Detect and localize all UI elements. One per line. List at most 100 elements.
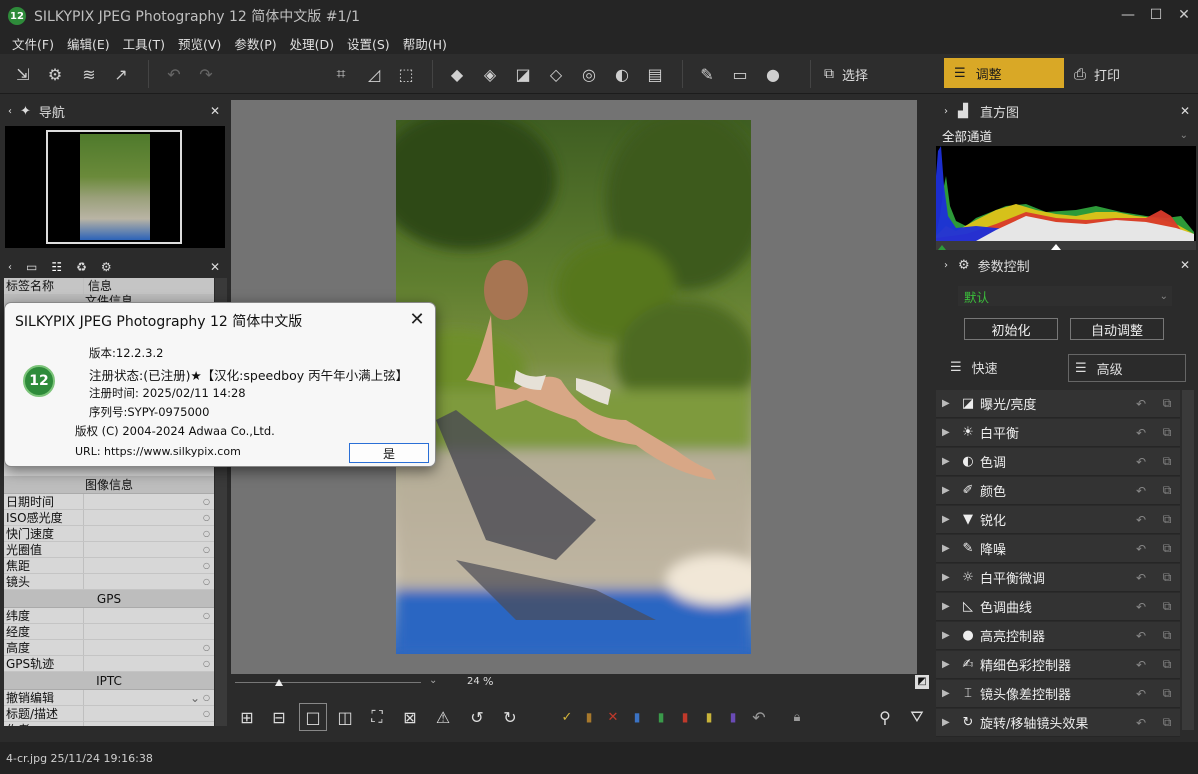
menu-view[interactable]: 预览(V): [178, 34, 221, 53]
control-tone-curve[interactable]: ▶ ◺ 色调曲线 ↶ ⧉: [936, 593, 1180, 621]
reject-icon[interactable]: ✕: [601, 705, 625, 729]
label-purple-icon[interactable]: ▮: [721, 705, 745, 729]
recycle-tab-icon[interactable]: ♻: [76, 260, 87, 274]
grid-overlay-icon[interactable]: ⊠: [398, 705, 422, 729]
eraser-icon[interactable]: ▭: [729, 63, 751, 85]
popout-icon[interactable]: ⧉: [1154, 396, 1180, 411]
popout-icon[interactable]: ⧉: [1154, 657, 1180, 672]
share-icon[interactable]: ↗: [110, 63, 132, 85]
collapse-arrow-icon[interactable]: ›: [944, 260, 948, 271]
zoom-value[interactable]: 24: [467, 676, 480, 687]
reset-icon[interactable]: ↶: [1128, 658, 1154, 672]
layers-icon[interactable]: ≋: [78, 63, 100, 85]
preset-select[interactable]: 默认 ⌄: [958, 286, 1172, 306]
menu-file[interactable]: 文件(F): [12, 34, 54, 53]
dialog-close-icon[interactable]: ✕: [405, 307, 429, 331]
partial-correction-icon[interactable]: ◪: [512, 63, 534, 85]
control-exposure[interactable]: ▶ ◪ 曝光/亮度 ↶ ⧉: [936, 390, 1180, 418]
circular-filter-icon[interactable]: ◎: [578, 63, 600, 85]
undo-icon[interactable]: ↶: [163, 63, 185, 85]
redo-icon[interactable]: ↷: [195, 63, 217, 85]
eyedropper-icon[interactable]: ◐: [611, 63, 633, 85]
close-window-button[interactable]: ✕: [1170, 4, 1198, 26]
popout-icon[interactable]: ⧉: [1154, 512, 1180, 527]
maximize-button[interactable]: ☐: [1142, 4, 1170, 26]
control-wb-fine-tune[interactable]: ▶ ☼ 白平衡微调 ↶ ⧉: [936, 564, 1180, 592]
lock-icon[interactable]: 🔒︎: [785, 705, 809, 729]
filmstrip-view-icon[interactable]: ⊟: [267, 705, 291, 729]
control-noise-reduction[interactable]: ▶ ✎ 降噪 ↶ ⧉: [936, 535, 1180, 563]
control-highlight[interactable]: ▶ ● 高亮控制器 ↶ ⧉: [936, 622, 1180, 650]
search-zoom-icon[interactable]: ⚲: [873, 705, 897, 729]
reset-icon[interactable]: ↶: [1128, 542, 1154, 556]
website-url[interactable]: URL: https://www.silkypix.com: [75, 445, 241, 458]
menu-edit[interactable]: 编辑(E): [67, 34, 110, 53]
menu-params[interactable]: 参数(P): [234, 34, 276, 53]
popout-icon[interactable]: ⧉: [1154, 715, 1180, 730]
gradient-icon[interactable]: ◇: [545, 63, 567, 85]
label-red-icon[interactable]: ▮: [673, 705, 697, 729]
menu-tools[interactable]: 工具(T): [123, 34, 165, 53]
popout-icon[interactable]: ⧉: [1154, 686, 1180, 701]
table-row[interactable]: 撤销编辑 ⌄ ○: [4, 690, 214, 706]
single-view-icon[interactable]: □: [299, 703, 327, 731]
fit-view-icon[interactable]: ◩: [915, 675, 929, 689]
reset-icon[interactable]: ↶: [1128, 513, 1154, 527]
close-panel-icon[interactable]: ✕: [210, 104, 220, 118]
undo-label-icon[interactable]: ↶: [747, 705, 771, 729]
menu-process[interactable]: 处理(D): [290, 34, 334, 53]
rotate-right-icon[interactable]: ↻: [498, 705, 522, 729]
collapse-arrow-icon[interactable]: ‹: [8, 106, 12, 117]
control-sharpen[interactable]: ▶ ▼ 锐化 ↶ ⧉: [936, 506, 1180, 534]
reset-icon[interactable]: ↶: [1128, 484, 1154, 498]
select-mode-button[interactable]: ⧉ 选择: [824, 63, 868, 85]
folder-tab-icon[interactable]: ▭: [26, 260, 37, 274]
control-rotate-tilt[interactable]: ▶ ↻ 旋转/移轴镜头效果 ↶ ⧉: [936, 709, 1180, 737]
channel-select[interactable]: 全部通道 ⌄: [938, 126, 1194, 144]
crop-icon[interactable]: ⌗: [330, 63, 352, 85]
clone-icon[interactable]: ●: [762, 63, 784, 85]
advanced-mode-tab[interactable]: ☰ 高级: [1068, 354, 1186, 382]
auto-adjust-button[interactable]: 自动调整: [1070, 318, 1164, 340]
rotate-left-icon[interactable]: ↺: [465, 705, 489, 729]
control-lens-aberration[interactable]: ▶ ⌶ 镜头像差控制器 ↶ ⧉: [936, 680, 1180, 708]
warning-icon[interactable]: ⚠: [431, 705, 455, 729]
popout-icon[interactable]: ⧉: [1154, 454, 1180, 469]
print-mode-button[interactable]: ⎙ 打印: [1074, 63, 1120, 85]
popout-icon[interactable]: ⧉: [1154, 541, 1180, 556]
close-panel-icon[interactable]: ✕: [1180, 104, 1190, 118]
navigator-preview[interactable]: [5, 126, 225, 248]
photo-preview[interactable]: [396, 120, 751, 654]
adjust-mode-button[interactable]: ☰ 调整: [944, 58, 1064, 88]
fullscreen-icon[interactable]: ⛶: [365, 705, 389, 729]
popout-icon[interactable]: ⧉: [1154, 483, 1180, 498]
check-mark-icon[interactable]: ✓: [555, 705, 579, 729]
close-panel-icon[interactable]: ✕: [210, 260, 220, 274]
minimize-button[interactable]: —: [1114, 4, 1142, 26]
menu-help[interactable]: 帮助(H): [403, 34, 447, 53]
quick-mode-tab[interactable]: ☰ 快速: [950, 358, 998, 377]
label-yellow-icon[interactable]: ▮: [697, 705, 721, 729]
mask-icon[interactable]: ▤: [644, 63, 666, 85]
settings-tab-icon[interactable]: ⚙: [101, 260, 112, 274]
brush-tool-icon[interactable]: ◈: [479, 63, 501, 85]
reset-icon[interactable]: ↶: [1128, 687, 1154, 701]
reset-icon[interactable]: ↶: [1128, 629, 1154, 643]
label-blue-icon[interactable]: ▮: [625, 705, 649, 729]
ok-button[interactable]: 是: [349, 443, 429, 463]
reset-icon[interactable]: ↶: [1128, 600, 1154, 614]
spot-remove-icon[interactable]: ◆: [446, 63, 468, 85]
control-white-balance[interactable]: ▶ ☀ 白平衡 ↶ ⧉: [936, 419, 1180, 447]
label-brown-icon[interactable]: ▮: [577, 705, 601, 729]
pen-icon[interactable]: ✎: [696, 63, 718, 85]
popout-icon[interactable]: ⧉: [1154, 570, 1180, 585]
control-tone[interactable]: ▶ ◐ 色调 ↶ ⧉: [936, 448, 1180, 476]
info-tab-icon[interactable]: ☷: [51, 260, 62, 274]
control-fine-color[interactable]: ▶ ✍ 精细色彩控制器 ↶ ⧉: [936, 651, 1180, 679]
reset-icon[interactable]: ↶: [1128, 426, 1154, 440]
reset-icon[interactable]: ↶: [1128, 455, 1154, 469]
reset-icon[interactable]: ↶: [1128, 397, 1154, 411]
compare-view-icon[interactable]: ◫: [333, 705, 357, 729]
zoom-slider-track[interactable]: [235, 682, 421, 683]
collapse-arrow-icon[interactable]: ›: [944, 106, 948, 117]
